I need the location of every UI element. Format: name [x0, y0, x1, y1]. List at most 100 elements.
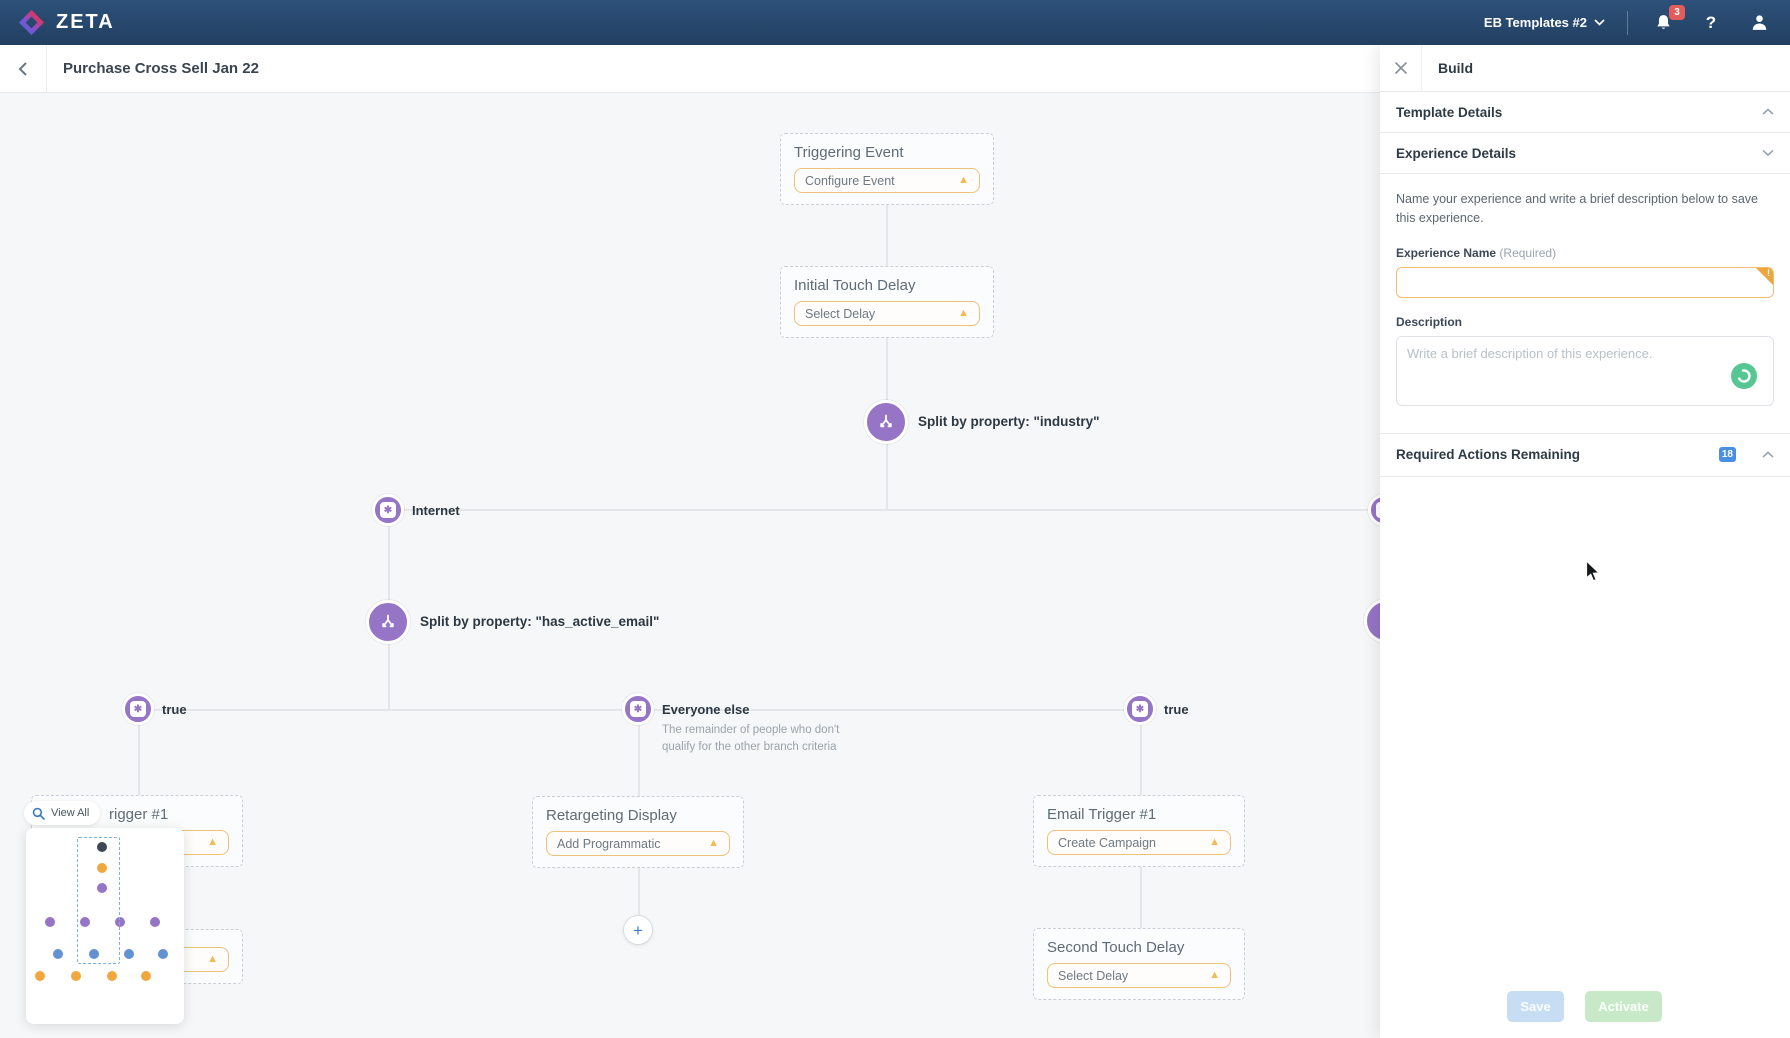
page-title: Purchase Cross Sell Jan 22: [63, 60, 259, 77]
chevron-up-icon: [1762, 451, 1774, 459]
brand-name: ZETA: [56, 11, 115, 34]
branch-node-everyone-else[interactable]: ✱: [622, 693, 654, 725]
node-retargeting-display[interactable]: Retargeting Display Add Programmatic ▲: [532, 796, 744, 868]
branch-asterisk-icon: ✱: [630, 701, 646, 717]
split-arrows-icon: [377, 611, 399, 633]
connector-line: [886, 331, 888, 402]
chevron-up-icon: [1762, 108, 1774, 116]
app-window: ZETA EB Templates #2 3 ?: [0, 0, 1790, 1038]
top-navbar: ZETA EB Templates #2 3 ?: [0, 0, 1790, 45]
action-label: Create Campaign: [1058, 836, 1156, 850]
warning-icon: ▲: [207, 837, 218, 848]
minimap-dot: [35, 971, 45, 981]
split-node-has-active-email[interactable]: [366, 600, 410, 644]
back-button[interactable]: [0, 45, 47, 93]
warning-icon: ▲: [1209, 970, 1220, 981]
branch-label-true-right: true: [1164, 702, 1189, 717]
connector-line: [886, 198, 888, 266]
action-label: Add Programmatic: [557, 837, 661, 851]
node-title: Email Trigger #1: [1047, 806, 1231, 823]
node-second-touch-delay[interactable]: Second Touch Delay Select Delay ▲: [1033, 928, 1245, 1000]
required-actions-section[interactable]: Required Actions Remaining 18: [1380, 433, 1790, 477]
warning-icon: ▲: [708, 838, 719, 849]
warning-icon: ▲: [207, 954, 218, 965]
activate-button[interactable]: Activate: [1585, 991, 1662, 1022]
branch-node-true-right[interactable]: ✱: [1124, 693, 1156, 725]
close-icon: [1394, 61, 1408, 75]
branch-label-true-left: true: [162, 702, 187, 717]
required-corner-flag-icon: [1756, 268, 1773, 285]
description-label: Description: [1396, 315, 1774, 329]
split-node-industry[interactable]: [864, 400, 908, 444]
branch-asterisk-icon: ✱: [380, 502, 396, 518]
section-experience-details[interactable]: Experience Details: [1380, 133, 1790, 174]
configure-event-button[interactable]: Configure Event ▲: [794, 168, 980, 193]
connector-line: [388, 643, 390, 709]
node-title: Triggering Event: [794, 144, 980, 161]
select-delay-button[interactable]: Select Delay ▲: [794, 301, 980, 326]
minimap-dot: [45, 917, 55, 927]
branch-asterisk-icon: ✱: [130, 701, 146, 717]
help-button[interactable]: ?: [1698, 10, 1724, 36]
magnifier-icon: [32, 807, 45, 820]
warning-icon: ▲: [958, 175, 969, 186]
node-initial-touch-delay[interactable]: Initial Touch Delay Select Delay ▲: [780, 266, 994, 338]
required-actions-count-badge: 18: [1719, 447, 1736, 462]
question-mark-icon: ?: [1706, 13, 1716, 33]
split-label-has-active-email: Split by property: "has_active_email": [420, 614, 659, 629]
warning-icon: ▲: [1209, 837, 1220, 848]
experience-name-label: Experience Name (Required): [1396, 246, 1774, 260]
select-delay-button[interactable]: Select Delay ▲: [1047, 963, 1231, 988]
notification-badge: 3: [1669, 5, 1685, 20]
branch-node-internet[interactable]: ✱: [372, 494, 404, 526]
description-textarea[interactable]: [1396, 336, 1774, 406]
build-panel: Build Template Details Experience Detail…: [1380, 45, 1790, 1038]
connector-line: [1140, 862, 1142, 929]
exclamation-icon: !: [1767, 268, 1770, 278]
brand[interactable]: ZETA: [18, 9, 115, 36]
minimap[interactable]: [26, 828, 184, 1024]
split-arrows-icon: [875, 411, 897, 433]
required-actions-label: Required Actions Remaining: [1396, 447, 1719, 462]
node-title: Second Touch Delay: [1047, 939, 1231, 956]
chevron-left-icon: [17, 61, 29, 77]
user-menu-button[interactable]: [1746, 10, 1772, 36]
node-triggering-event[interactable]: Triggering Event Configure Event ▲: [780, 133, 994, 205]
close-panel-button[interactable]: [1380, 45, 1422, 92]
minimap-dot: [71, 971, 81, 981]
workspace-switcher[interactable]: EB Templates #2: [1484, 15, 1605, 30]
branch-label-everyone-else: Everyone else: [662, 702, 749, 717]
action-label: Select Delay: [1058, 969, 1128, 983]
zeta-logo-icon: [18, 9, 45, 36]
create-campaign-button[interactable]: Create Campaign ▲: [1047, 830, 1231, 855]
add-step-button[interactable]: +: [623, 915, 653, 945]
chevron-down-icon: [1762, 149, 1774, 157]
view-all-button[interactable]: View All: [24, 801, 100, 825]
action-label: Configure Event: [805, 174, 895, 188]
panel-footer: Save Activate: [1380, 975, 1790, 1038]
branch-node-true-left[interactable]: ✱: [122, 693, 154, 725]
section-label: Template Details: [1396, 105, 1502, 120]
warning-icon: ▲: [958, 308, 969, 319]
node-title: Initial Touch Delay: [794, 277, 980, 294]
add-programmatic-button[interactable]: Add Programmatic ▲: [546, 831, 730, 856]
split-label-industry: Split by property: "industry": [918, 414, 1100, 429]
section-label: Experience Details: [1396, 146, 1516, 161]
chevron-down-icon: [1594, 19, 1605, 26]
section-template-details[interactable]: Template Details: [1380, 92, 1790, 133]
view-all-label: View All: [51, 807, 89, 819]
label-text: Experience Name: [1396, 246, 1496, 260]
connector-line: [388, 509, 1388, 511]
workspace-name: EB Templates #2: [1484, 15, 1587, 30]
minimap-dot: [53, 949, 63, 959]
grammar-check-spinner-icon: [1731, 363, 1757, 389]
notifications-button[interactable]: 3: [1650, 10, 1676, 36]
minimap-dot: [141, 971, 151, 981]
minimap-dot: [107, 971, 117, 981]
branch-asterisk-icon: ✱: [1132, 701, 1148, 717]
experience-name-input[interactable]: [1396, 267, 1774, 298]
minimap-viewport[interactable]: [77, 837, 120, 964]
node-email-trigger-1[interactable]: Email Trigger #1 Create Campaign ▲: [1033, 795, 1245, 867]
minimap-dot: [124, 949, 134, 959]
save-button[interactable]: Save: [1507, 991, 1564, 1022]
